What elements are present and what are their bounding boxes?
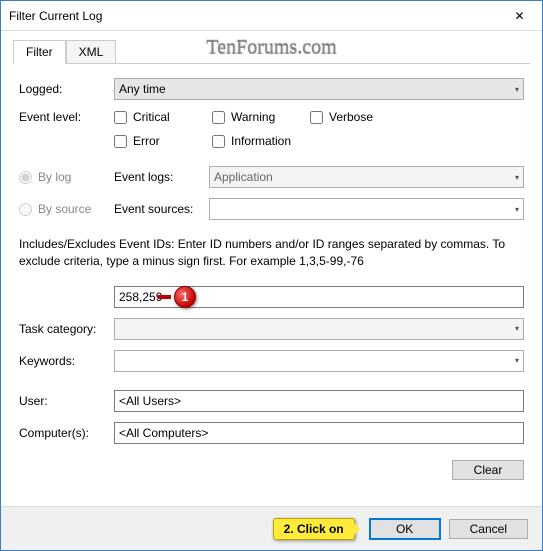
chevron-down-icon: ▾ [515, 173, 519, 182]
warning-checkbox[interactable]: Warning [212, 110, 292, 124]
close-button[interactable]: ✕ [497, 1, 542, 31]
event-sources-dropdown[interactable]: ▾ [209, 198, 524, 220]
dialog-footer: 2. Click on OK Cancel [1, 506, 542, 550]
title-bar: Filter Current Log ✕ [1, 1, 542, 31]
by-source-radio: By source [19, 202, 114, 216]
cancel-button[interactable]: Cancel [449, 519, 528, 539]
user-input[interactable] [114, 390, 524, 412]
verbose-checkbox[interactable]: Verbose [310, 110, 390, 124]
user-label: User: [19, 394, 114, 408]
tab-xml[interactable]: XML [66, 40, 117, 64]
event-ids-help: Includes/Excludes Event IDs: Enter ID nu… [13, 230, 530, 276]
keywords-label: Keywords: [19, 354, 114, 368]
event-sources-label: Event sources: [114, 202, 209, 216]
tab-filter[interactable]: Filter [13, 40, 66, 64]
logged-value: Any time [119, 82, 166, 96]
dialog-content: Filter XML Logged: Any time ▾ Event leve… [1, 31, 542, 494]
logged-dropdown[interactable]: Any time ▾ [114, 78, 524, 100]
logged-label: Logged: [19, 82, 114, 96]
tab-strip: Filter XML [13, 39, 530, 64]
computers-input[interactable] [114, 422, 524, 444]
annotation-marker-1: 1 [174, 286, 196, 308]
task-category-dropdown: ▾ [114, 318, 524, 340]
chevron-down-icon: ▾ [515, 85, 519, 94]
close-icon: ✕ [514, 9, 524, 23]
event-logs-dropdown: Application ▾ [209, 166, 524, 188]
annotation-marker-2: 2. Click on [273, 518, 355, 540]
chevron-down-icon: ▾ [515, 324, 519, 333]
chevron-down-icon: ▾ [515, 205, 519, 214]
window-title: Filter Current Log [9, 9, 497, 23]
clear-button[interactable]: Clear [452, 460, 524, 480]
keywords-dropdown[interactable]: ▾ [114, 350, 524, 372]
chevron-down-icon: ▾ [515, 356, 519, 365]
event-level-label: Event level: [19, 110, 114, 124]
error-checkbox[interactable]: Error [114, 134, 194, 148]
ok-button[interactable]: OK [369, 518, 441, 540]
by-log-radio: By log [19, 170, 114, 184]
critical-checkbox[interactable]: Critical [114, 110, 194, 124]
computers-label: Computer(s): [19, 426, 114, 440]
information-checkbox[interactable]: Information [212, 134, 292, 148]
event-logs-value: Application [214, 170, 273, 184]
task-category-label: Task category: [19, 322, 114, 336]
event-logs-label: Event logs: [114, 170, 209, 184]
